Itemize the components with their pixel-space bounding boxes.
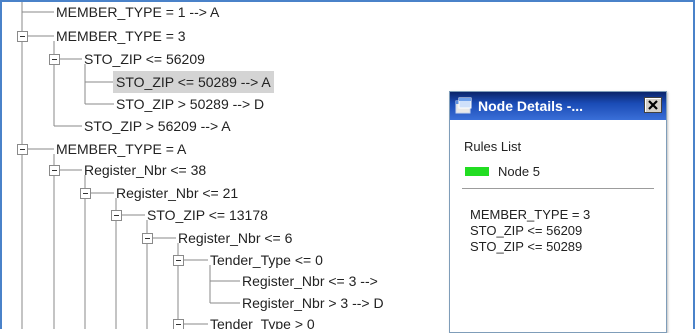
- collapse-toggle[interactable]: [49, 165, 60, 176]
- rule-line: MEMBER_TYPE = 3: [470, 207, 591, 222]
- app-window-icon: [455, 97, 472, 114]
- close-icon: [648, 100, 658, 110]
- node-details-dialog: Node Details -... Rules List Node 5 MEMB…: [449, 91, 667, 333]
- tree-node-label[interactable]: STO_ZIP <= 13178: [144, 204, 271, 226]
- tree-node-label[interactable]: Register_Nbr > 3 --> D: [239, 292, 387, 314]
- tree-node-label[interactable]: STO_ZIP > 56209 --> A: [81, 115, 234, 137]
- legend-node-label: Node 5: [498, 164, 540, 179]
- tree-node-label[interactable]: Tender_Type > 0: [207, 313, 318, 329]
- tree-node-label[interactable]: Register_Nbr <= 6: [175, 227, 295, 249]
- dialog-title: Node Details -...: [478, 98, 584, 114]
- collapse-toggle[interactable]: [49, 54, 60, 65]
- tree-node-label[interactable]: Tender_Type <= 0: [207, 249, 326, 271]
- dialog-titlebar[interactable]: Node Details -...: [450, 92, 666, 120]
- close-button[interactable]: [644, 97, 662, 113]
- tree-node-label[interactable]: Register_Nbr <= 3 -->: [239, 270, 381, 292]
- collapse-toggle[interactable]: [17, 31, 28, 42]
- collapse-toggle[interactable]: [17, 144, 28, 155]
- tree-node-label[interactable]: Register_Nbr <= 38: [81, 159, 209, 181]
- collapse-toggle[interactable]: [173, 319, 184, 329]
- collapse-toggle[interactable]: [80, 188, 91, 199]
- dialog-separator: [462, 188, 654, 189]
- rules-list-heading: Rules List: [464, 139, 522, 154]
- tree-node-label[interactable]: STO_ZIP > 50289 --> D: [113, 93, 267, 115]
- node-color-swatch: [465, 167, 489, 176]
- tree-node-label[interactable]: Register_Nbr <= 21: [113, 182, 241, 204]
- tree-node-label[interactable]: MEMBER_TYPE = 1 --> A: [53, 2, 222, 23]
- rule-line: STO_ZIP <= 56209: [470, 223, 583, 238]
- tree-node-label-selected[interactable]: STO_ZIP <= 50289 --> A: [113, 71, 274, 93]
- collapse-toggle[interactable]: [111, 210, 122, 221]
- collapse-toggle[interactable]: [173, 255, 184, 266]
- tree-node-label[interactable]: MEMBER_TYPE = 3: [53, 25, 189, 47]
- tree-node-label[interactable]: STO_ZIP <= 56209: [81, 48, 208, 70]
- rule-line: STO_ZIP <= 50289: [470, 239, 583, 254]
- collapse-toggle[interactable]: [142, 233, 153, 244]
- tree-node-label[interactable]: MEMBER_TYPE = A: [53, 138, 189, 160]
